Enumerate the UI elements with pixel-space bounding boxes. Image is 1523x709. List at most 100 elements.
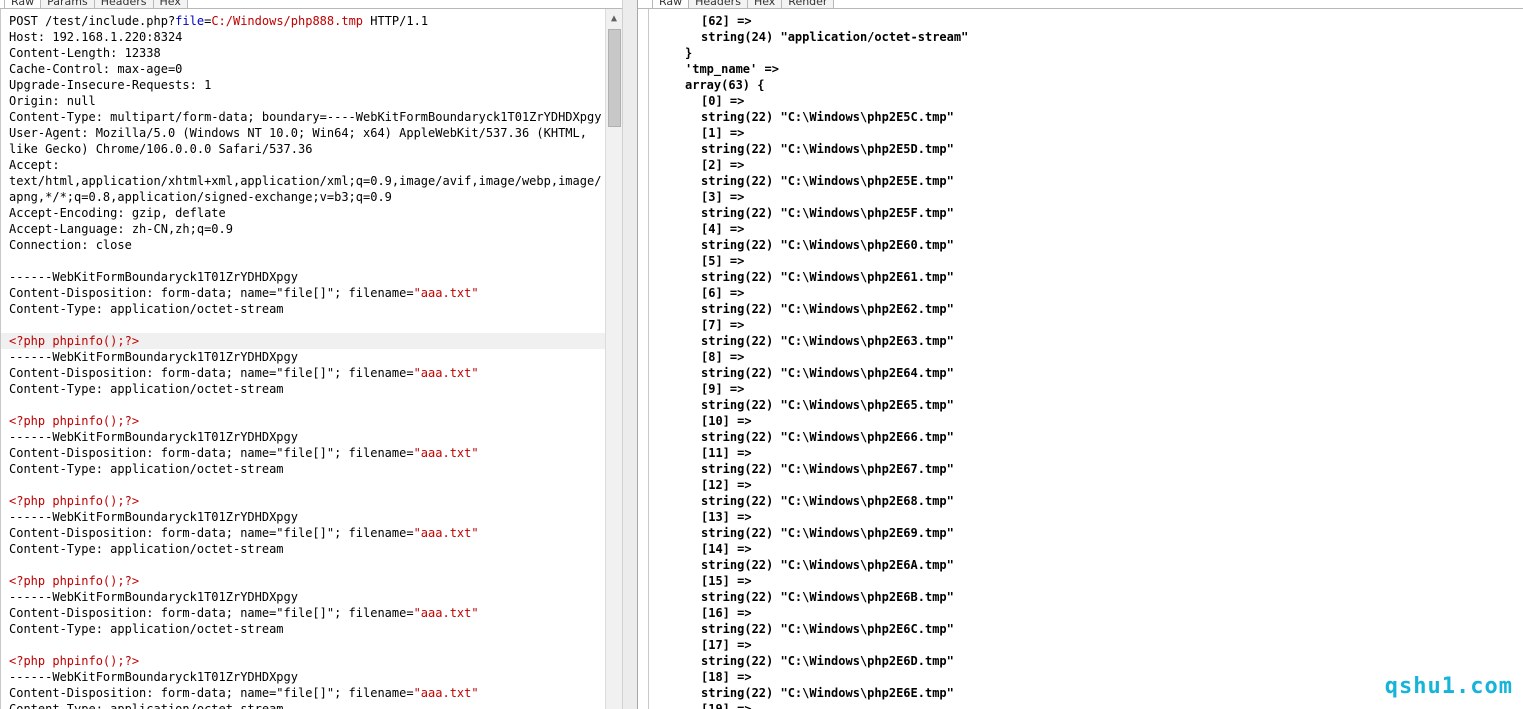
array-close: } <box>685 46 693 60</box>
tab-raw[interactable]: Raw <box>652 0 690 8</box>
disposition-line: Content-Disposition: form-data; name="fi… <box>9 286 479 300</box>
header-line: Connection: close <box>9 238 132 252</box>
disposition-line: Content-Disposition: form-data; name="fi… <box>9 526 479 540</box>
array-value: string(22) "C:\Windows\php2E61.tmp" <box>701 270 954 284</box>
array-value: string(24) "application/octet-stream" <box>701 30 969 44</box>
part-content-type: Content-Type: application/octet-stream <box>9 542 284 556</box>
payload-line: <?php phpinfo();?> <box>9 654 140 668</box>
header-line: User-Agent: Mozilla/5.0 (Windows NT 10.0… <box>9 126 587 140</box>
header-line: like Gecko) Chrome/106.0.0.0 Safari/537.… <box>9 142 313 156</box>
array-value: string(22) "C:\Windows\php2E5E.tmp" <box>701 174 954 188</box>
array-value: string(22) "C:\Windows\php2E66.tmp" <box>701 430 954 444</box>
array-index: [10] => <box>701 414 752 428</box>
scroll-up-arrow-icon[interactable]: ▲ <box>606 11 622 27</box>
array-index: [12] => <box>701 478 752 492</box>
array-value: string(22) "C:\Windows\php2E67.tmp" <box>701 462 954 476</box>
pane-splitter[interactable] <box>622 0 638 709</box>
boundary-line: ------WebKitFormBoundaryck1T01ZrYDHDXpgy <box>9 510 298 524</box>
array-value: string(22) "C:\Windows\php2E6C.tmp" <box>701 622 954 636</box>
header-line: Upgrade-Insecure-Requests: 1 <box>9 78 212 92</box>
array-index: [2] => <box>701 158 745 172</box>
header-line: Host: 192.168.1.220:8324 <box>9 30 183 44</box>
array-index: [0] => <box>701 94 745 108</box>
tab-render[interactable]: Render <box>781 0 835 8</box>
array-key: 'tmp_name' => <box>685 62 779 76</box>
array-index: [17] => <box>701 638 752 652</box>
tab-params[interactable]: Params <box>40 0 95 8</box>
boundary-line: ------WebKitFormBoundaryck1T01ZrYDHDXpgy <box>9 430 298 444</box>
array-index: [9] => <box>701 382 745 396</box>
array-index: [3] => <box>701 190 745 204</box>
payload-line: <?php phpinfo();?> <box>9 574 140 588</box>
part-content-type: Content-Type: application/octet-stream <box>9 622 284 636</box>
header-line: Accept-Encoding: gzip, deflate <box>9 206 226 220</box>
tab-hex[interactable]: Hex <box>152 0 188 8</box>
part-content-type: Content-Type: application/octet-stream <box>9 302 284 316</box>
array-value: string(22) "C:\Windows\php2E5F.tmp" <box>701 206 954 220</box>
disposition-line: Content-Disposition: form-data; name="fi… <box>9 446 479 460</box>
header-line: Content-Length: 12338 <box>9 46 161 60</box>
header-line: apng,*/*;q=0.8,application/signed-exchan… <box>9 190 392 204</box>
array-value: string(22) "C:\Windows\php2E62.tmp" <box>701 302 954 316</box>
response-editor[interactable]: [62] => string(24) "application/octet-st… <box>648 9 1523 709</box>
part-content-type: Content-Type: application/octet-stream <box>9 702 284 709</box>
scrollbar-thumb[interactable] <box>608 29 621 127</box>
part-content-type: Content-Type: application/octet-stream <box>9 382 284 396</box>
array-value: string(22) "C:\Windows\php2E6B.tmp" <box>701 590 954 604</box>
tab-headers[interactable]: Headers <box>93 0 154 8</box>
disposition-line: Content-Disposition: form-data; name="fi… <box>9 686 479 700</box>
payload-line: <?php phpinfo();?> <box>9 414 140 428</box>
boundary-line: ------WebKitFormBoundaryck1T01ZrYDHDXpgy <box>9 670 298 684</box>
array-value: string(22) "C:\Windows\php2E6A.tmp" <box>701 558 954 572</box>
array-value: string(22) "C:\Windows\php2E68.tmp" <box>701 494 954 508</box>
array-index: [4] => <box>701 222 745 236</box>
array-value: string(22) "C:\Windows\php2E69.tmp" <box>701 526 954 540</box>
tab-raw[interactable]: Raw <box>4 0 42 8</box>
tab-hex[interactable]: Hex <box>746 0 783 8</box>
array-index: [8] => <box>701 350 745 364</box>
request-line: POST /test/include.php?file=C:/Windows/p… <box>9 14 429 28</box>
payload-line: <?php phpinfo();?> <box>1 333 606 349</box>
array-value: string(22) "C:\Windows\php2E60.tmp" <box>701 238 954 252</box>
array-index: [62] => <box>701 14 752 28</box>
array-value: string(22) "C:\Windows\php2E5C.tmp" <box>701 110 954 124</box>
response-panel: Raw Headers Hex Render [62] => string(24… <box>638 0 1523 709</box>
header-line: Origin: null <box>9 94 96 108</box>
header-line: Accept: <box>9 158 60 172</box>
array-index: [16] => <box>701 606 752 620</box>
disposition-line: Content-Disposition: form-data; name="fi… <box>9 606 479 620</box>
tab-headers[interactable]: Headers <box>688 0 748 8</box>
watermark: qshu1.com <box>1384 674 1513 699</box>
array-index: [11] => <box>701 446 752 460</box>
payload-line: <?php phpinfo();?> <box>9 494 140 508</box>
request-editor[interactable]: POST /test/include.php?file=C:/Windows/p… <box>0 9 606 709</box>
header-line: Cache-Control: max-age=0 <box>9 62 183 76</box>
header-line: text/html,application/xhtml+xml,applicat… <box>9 174 602 188</box>
array-index: [7] => <box>701 318 745 332</box>
array-value: string(22) "C:\Windows\php2E5D.tmp" <box>701 142 954 156</box>
array-value: string(22) "C:\Windows\php2E64.tmp" <box>701 366 954 380</box>
boundary-line: ------WebKitFormBoundaryck1T01ZrYDHDXpgy <box>9 350 298 364</box>
array-open: array(63) { <box>685 78 765 92</box>
response-tabs: Raw Headers Hex Render <box>652 0 835 8</box>
header-line: Content-Type: multipart/form-data; bound… <box>9 110 602 124</box>
disposition-line: Content-Disposition: form-data; name="fi… <box>9 366 479 380</box>
boundary-line: ------WebKitFormBoundaryck1T01ZrYDHDXpgy <box>9 590 298 604</box>
array-value: string(22) "C:\Windows\php2E65.tmp" <box>701 398 954 412</box>
array-index: [5] => <box>701 254 745 268</box>
request-tabs: Raw Params Headers Hex <box>4 0 188 8</box>
request-scrollbar[interactable]: ▲ <box>605 9 622 709</box>
array-value: string(22) "C:\Windows\php2E63.tmp" <box>701 334 954 348</box>
header-line: Accept-Language: zh-CN,zh;q=0.9 <box>9 222 233 236</box>
request-panel: Raw Params Headers Hex POST /test/includ… <box>0 0 622 709</box>
array-index: [6] => <box>701 286 745 300</box>
part-content-type: Content-Type: application/octet-stream <box>9 462 284 476</box>
array-index: [19] => <box>701 702 752 709</box>
tmp-name-entries: [0] => string(22) "C:\Windows\php2E5C.tmp… <box>685 93 1523 701</box>
array-value: string(22) "C:\Windows\php2E6D.tmp" <box>701 654 954 668</box>
